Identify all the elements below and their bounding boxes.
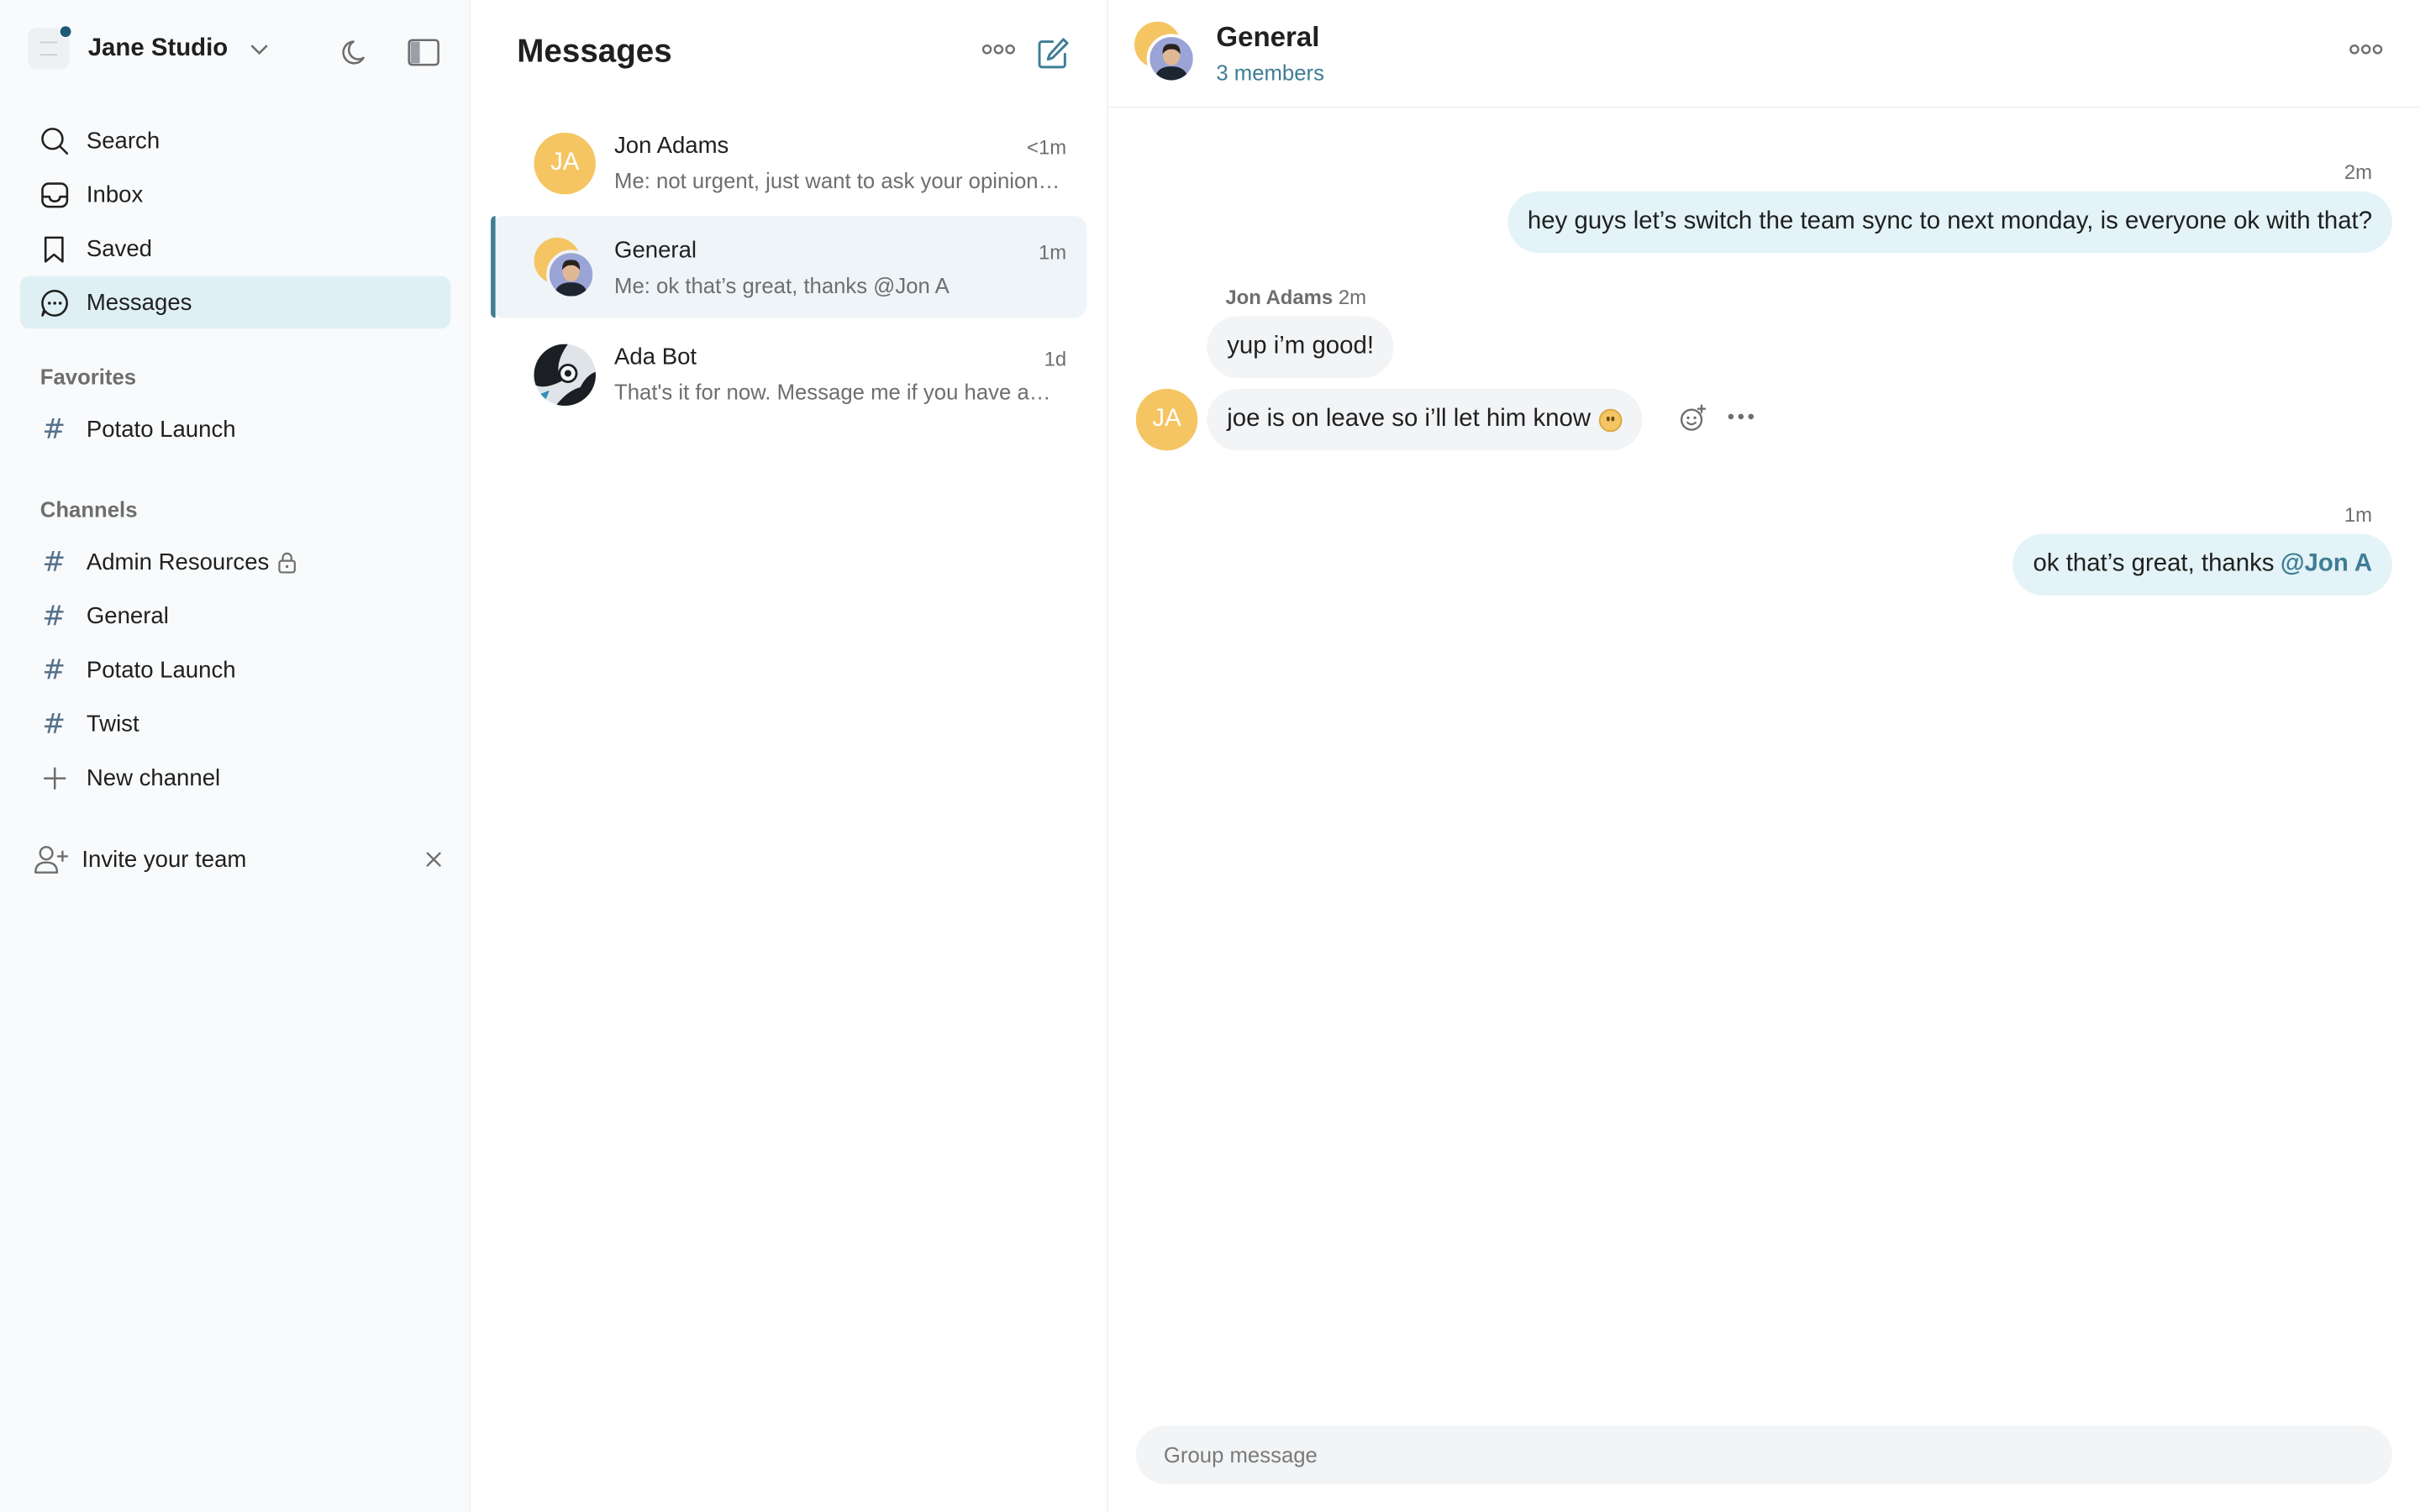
hash-icon: # bbox=[42, 545, 66, 578]
nav-saved[interactable]: Saved bbox=[20, 222, 450, 274]
conversation-time: 1d bbox=[1044, 347, 1067, 370]
app-window: Jane Studio Search Inbox Saved Messages … bbox=[0, 0, 2420, 1512]
members-link[interactable]: 3 members bbox=[1216, 60, 1324, 85]
conversation-preview: That's it for now. Message me if you hav… bbox=[614, 379, 1062, 405]
messages-list-pane: Messages JA Jon Adams <1m Me: not urgent… bbox=[471, 0, 1108, 1512]
search-icon bbox=[40, 127, 68, 155]
message-text: yup i’m good! bbox=[1227, 333, 1375, 360]
new-channel-label: New channel bbox=[86, 764, 221, 791]
conversation-ada-bot[interactable]: Ada Bot 1d That's it for now. Message me… bbox=[491, 323, 1086, 424]
toggle-sidebar-icon[interactable] bbox=[408, 37, 440, 68]
message-text: hey guys let’s switch the team sync to n… bbox=[1527, 207, 2373, 235]
more-options-icon[interactable] bbox=[2349, 43, 2383, 55]
new-channel-button[interactable]: New channel bbox=[20, 751, 450, 803]
channel-label: Twist bbox=[86, 710, 139, 738]
sidebar: Jane Studio Search Inbox Saved Messages … bbox=[0, 0, 471, 1512]
message-text: joe is on leave so i’ll let him know bbox=[1227, 406, 1591, 433]
add-user-icon bbox=[34, 846, 69, 874]
conversation-general[interactable]: General 1m Me: ok that’s great, thanks @… bbox=[491, 216, 1087, 318]
group-avatar bbox=[534, 237, 596, 300]
favorites-heading: Favorites bbox=[39, 364, 137, 389]
channel-twist[interactable]: # Twist bbox=[20, 697, 450, 749]
message-timestamp: 2m bbox=[1338, 285, 1367, 309]
more-options-icon[interactable] bbox=[981, 43, 1015, 55]
hash-icon: # bbox=[42, 599, 66, 633]
close-icon[interactable] bbox=[426, 852, 441, 867]
channel-general[interactable]: # General bbox=[20, 590, 450, 642]
conversation-preview: Me: not urgent, just want to ask your op… bbox=[614, 168, 1062, 193]
favorite-potato-launch[interactable]: # Potato Launch bbox=[20, 402, 450, 454]
hash-icon: # bbox=[42, 707, 66, 740]
nav-messages-label: Messages bbox=[86, 289, 192, 316]
hash-icon: # bbox=[42, 412, 66, 445]
slightly-smiling-face-emoji-icon bbox=[1598, 407, 1622, 432]
add-reaction-icon[interactable] bbox=[1679, 404, 1707, 432]
channels-heading: Channels bbox=[39, 496, 138, 522]
message-timestamp: 1m bbox=[2344, 502, 2373, 527]
invite-team[interactable]: Invite your team bbox=[34, 841, 441, 878]
status-dot bbox=[58, 24, 73, 39]
nav-saved-label: Saved bbox=[86, 235, 153, 262]
conversation-name: General bbox=[614, 237, 697, 265]
dark-mode-moon-icon[interactable] bbox=[341, 37, 372, 68]
conversation-name: Jon Adams bbox=[614, 132, 729, 160]
workspace-logo bbox=[28, 24, 73, 70]
workspace-switcher[interactable]: Jane Studio bbox=[28, 24, 268, 70]
conversation-preview: Me: ok that’s great, thanks @Jon A bbox=[614, 273, 950, 298]
message-bubble-own[interactable]: ok that’s great, thanks @Jon A bbox=[2012, 533, 2392, 596]
channel-label: Admin Resources bbox=[86, 548, 270, 575]
nav-messages[interactable]: Messages bbox=[19, 276, 451, 329]
mention-link[interactable]: @Jon A bbox=[2281, 551, 2372, 579]
message-bubble-other[interactable]: joe is on leave so i’ll let him know bbox=[1207, 388, 1642, 451]
bot-avatar bbox=[534, 344, 596, 407]
inbox-icon bbox=[40, 181, 68, 207]
chat-header: General 3 members bbox=[1107, 0, 2420, 108]
favorite-label: Potato Launch bbox=[86, 416, 236, 443]
plus-icon bbox=[43, 766, 66, 789]
messages-title: Messages bbox=[517, 34, 672, 70]
nav-inbox[interactable]: Inbox bbox=[20, 168, 450, 220]
nav-search[interactable]: Search bbox=[20, 114, 450, 166]
conversation-time: <1m bbox=[1027, 135, 1067, 160]
conversation-name: Ada Bot bbox=[614, 344, 697, 370]
message-composer-input[interactable] bbox=[1135, 1425, 2392, 1484]
channel-label: General bbox=[86, 602, 169, 629]
nav-search-label: Search bbox=[86, 127, 160, 154]
bookmark-icon bbox=[44, 235, 64, 262]
sender-name: Jon Adams bbox=[1225, 285, 1334, 309]
avatar: JA bbox=[534, 132, 596, 195]
channel-potato-launch[interactable]: # Potato Launch bbox=[20, 643, 450, 696]
chat-title: General bbox=[1216, 21, 1320, 53]
sender-avatar: JA bbox=[1135, 388, 1198, 451]
conversation-time: 1m bbox=[1039, 240, 1067, 265]
workspace-name: Jane Studio bbox=[87, 34, 229, 61]
channel-admin-resources[interactable]: # Admin Resources bbox=[20, 535, 450, 587]
lock-icon bbox=[279, 551, 297, 573]
message-bubble-own[interactable]: hey guys let’s switch the team sync to n… bbox=[1507, 191, 2392, 254]
conversation-jon-adams[interactable]: JA Jon Adams <1m Me: not urgent, just wa… bbox=[491, 111, 1086, 213]
channel-label: Potato Launch bbox=[86, 656, 236, 683]
hash-icon: # bbox=[42, 653, 66, 686]
invite-label: Invite your team bbox=[82, 846, 247, 873]
more-actions-icon[interactable] bbox=[1727, 412, 1754, 421]
message-timestamp: 2m bbox=[2344, 160, 2373, 184]
message-sender: Jon Adams 2m bbox=[1225, 286, 1366, 309]
group-avatar bbox=[1134, 21, 1197, 84]
chat-bubble-icon bbox=[40, 289, 67, 316]
compose-icon[interactable] bbox=[1037, 37, 1070, 70]
message-text: ok that’s great, thanks bbox=[2033, 550, 2275, 577]
chevron-down-icon bbox=[250, 44, 268, 55]
nav-inbox-label: Inbox bbox=[86, 181, 144, 208]
chat-pane: General 3 members 2m hey guys let’s swit… bbox=[1107, 0, 2420, 1512]
message-bubble-other[interactable]: yup i’m good! bbox=[1207, 316, 1394, 378]
